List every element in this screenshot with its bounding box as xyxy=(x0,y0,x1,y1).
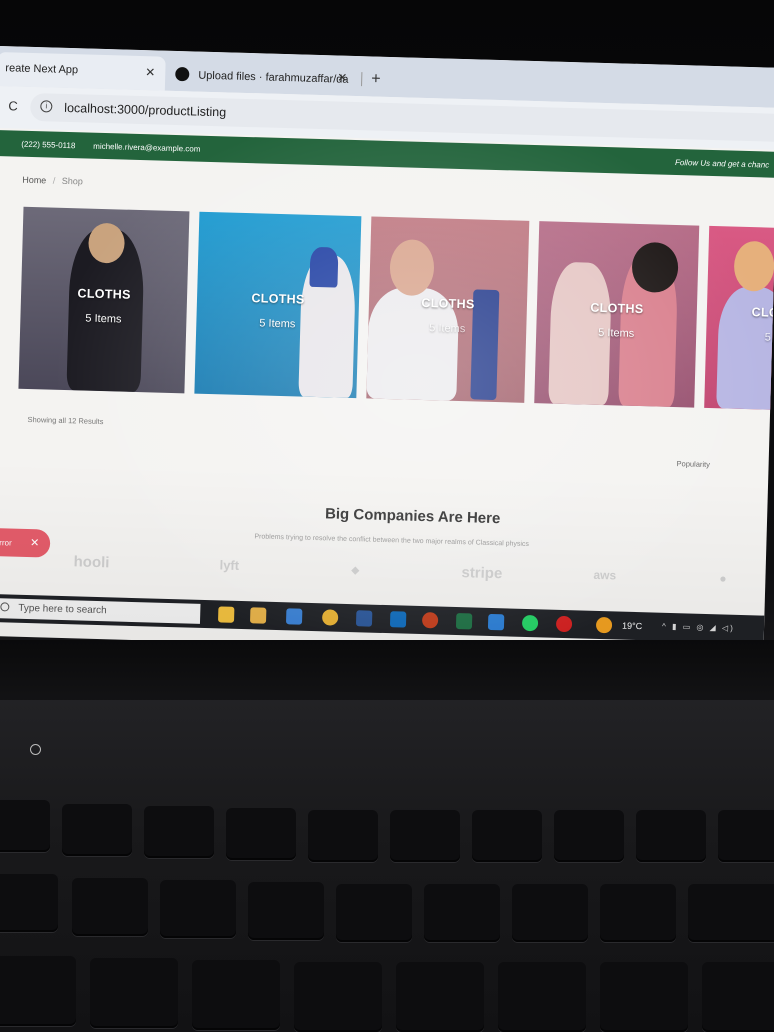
reddit-icon: ◆ xyxy=(351,565,360,577)
keyboard-key xyxy=(600,962,688,1032)
recorder-icon[interactable] xyxy=(555,615,573,633)
windows-taskbar: Type here to search 19°C ^ ▮ ▭ ◎ ◢ ◁) xyxy=(0,593,765,644)
email-address: michelle.rivera@example.com xyxy=(93,141,201,154)
keyboard-key xyxy=(424,884,500,942)
keyboard-key xyxy=(90,958,178,1028)
breadcrumb-home[interactable]: Home xyxy=(22,175,46,186)
tab-divider xyxy=(361,72,363,87)
keyboard-key xyxy=(688,884,774,942)
card-title: CLOTHS xyxy=(77,286,131,302)
new-tab-button[interactable]: + xyxy=(371,70,381,88)
error-label: 1 error xyxy=(0,538,12,548)
keyboard-key xyxy=(308,810,378,862)
keyboard-key xyxy=(498,962,586,1032)
lyft-logo: lyft xyxy=(219,557,240,573)
word-icon[interactable] xyxy=(355,610,373,627)
category-cards: CLOTHS 5 Items CLOTHS 5 Items CLOTHS 5 I… xyxy=(18,206,774,419)
keyboard-key xyxy=(702,962,774,1032)
category-card[interactable]: CLOTHS 5 Items xyxy=(18,206,190,394)
search-placeholder: Type here to search xyxy=(18,602,107,617)
keyboard-key xyxy=(294,962,382,1032)
keyboard-key xyxy=(226,808,296,860)
error-badge[interactable]: 1 error ✕ xyxy=(0,527,51,558)
keyboard-key xyxy=(600,884,676,942)
keyboard-key xyxy=(144,806,214,858)
keyboard-key xyxy=(72,878,148,936)
reload-icon[interactable]: C xyxy=(8,98,18,113)
chrome-icon[interactable] xyxy=(321,609,339,626)
category-card[interactable]: CLOTHS 5 Items xyxy=(194,211,362,399)
whatsapp-icon[interactable] xyxy=(521,614,539,632)
close-icon[interactable]: ✕ xyxy=(145,65,155,79)
search-icon xyxy=(0,602,10,612)
powerpoint-icon[interactable] xyxy=(421,612,439,629)
breadcrumb-separator: / xyxy=(52,175,56,186)
reddit-icon: ● xyxy=(719,571,727,586)
power-icon[interactable] xyxy=(30,744,41,755)
company-logos: hooli lyft ◆ stripe aws ● xyxy=(73,553,753,596)
excel-icon[interactable] xyxy=(455,613,473,630)
keyboard-key xyxy=(160,880,236,938)
keyboard-key xyxy=(554,810,624,862)
system-tray[interactable]: ^ ▮ ▭ ◎ ◢ ◁) xyxy=(662,622,735,633)
stripe-logo: stripe xyxy=(461,564,503,583)
keyboard-key xyxy=(512,884,588,942)
card-item-count: 5 Items xyxy=(85,312,122,326)
model-photo xyxy=(733,240,774,292)
phone-number: (222) 555-0118 xyxy=(21,139,76,151)
keyboard-key xyxy=(248,882,324,940)
github-icon xyxy=(175,66,190,82)
hooli-logo: hooli xyxy=(73,553,110,572)
model-photo xyxy=(309,246,339,288)
section-subtitle: Problems trying to resolve the conflict … xyxy=(254,533,530,549)
follow-us-text: Follow Us and get a chanc xyxy=(674,157,770,170)
tab-create-next-app[interactable]: reate Next App ✕ xyxy=(0,51,166,91)
url-text[interactable]: localhost:3000/productListing xyxy=(64,101,226,120)
tab-title: Upload files · farahmuzaffar/da xyxy=(198,69,349,86)
results-count: Showing all 12 Results xyxy=(27,414,104,427)
close-icon[interactable]: ✕ xyxy=(30,536,40,549)
keyboard-key xyxy=(718,810,774,862)
keyboard-deck xyxy=(0,700,774,1032)
keyboard-key xyxy=(0,800,50,852)
category-card[interactable]: CLOT 5 Ite xyxy=(704,225,774,412)
keyboard-key xyxy=(472,810,542,862)
laptop-screen: reate Next App ✕ Upload files · farahmuz… xyxy=(0,46,774,658)
weather-icon xyxy=(595,616,613,634)
vscode-icon[interactable] xyxy=(487,613,505,631)
file-explorer-icon[interactable] xyxy=(217,606,235,623)
card-title: CLOT xyxy=(751,305,774,321)
keyboard-key xyxy=(336,884,412,942)
keyboard-key xyxy=(0,956,76,1026)
keyboard-key xyxy=(62,804,132,856)
aws-logo: aws xyxy=(593,567,617,583)
keyboard-key xyxy=(192,960,280,1030)
section-title: Big Companies Are Here xyxy=(324,505,501,528)
breadcrumb-current: Shop xyxy=(61,175,83,187)
outlook-icon[interactable] xyxy=(389,611,407,628)
store-icon[interactable] xyxy=(285,608,303,625)
keyboard-key xyxy=(0,874,58,932)
keyboard-key xyxy=(390,810,460,862)
breadcrumb: Home / Shop xyxy=(22,175,83,187)
keyboard-key xyxy=(636,810,706,862)
taskbar-search[interactable]: Type here to search xyxy=(0,598,201,624)
sort-select[interactable]: Popularity xyxy=(676,459,710,469)
info-icon[interactable]: i xyxy=(40,100,53,113)
category-card[interactable]: CLOTHS 5 Items xyxy=(366,216,530,403)
tab-title: reate Next App xyxy=(5,62,79,77)
sticky-notes-icon[interactable] xyxy=(249,607,267,624)
photo: reate Next App ✕ Upload files · farahmuz… xyxy=(0,0,774,1032)
tab-upload-files[interactable]: Upload files · farahmuzaffar/da ✕ xyxy=(167,57,358,96)
close-icon[interactable]: ✕ xyxy=(337,70,347,84)
temperature: 19°C xyxy=(621,620,643,632)
category-card[interactable]: CLOTHS 5 Items xyxy=(534,221,700,408)
keyboard-key xyxy=(396,962,484,1032)
